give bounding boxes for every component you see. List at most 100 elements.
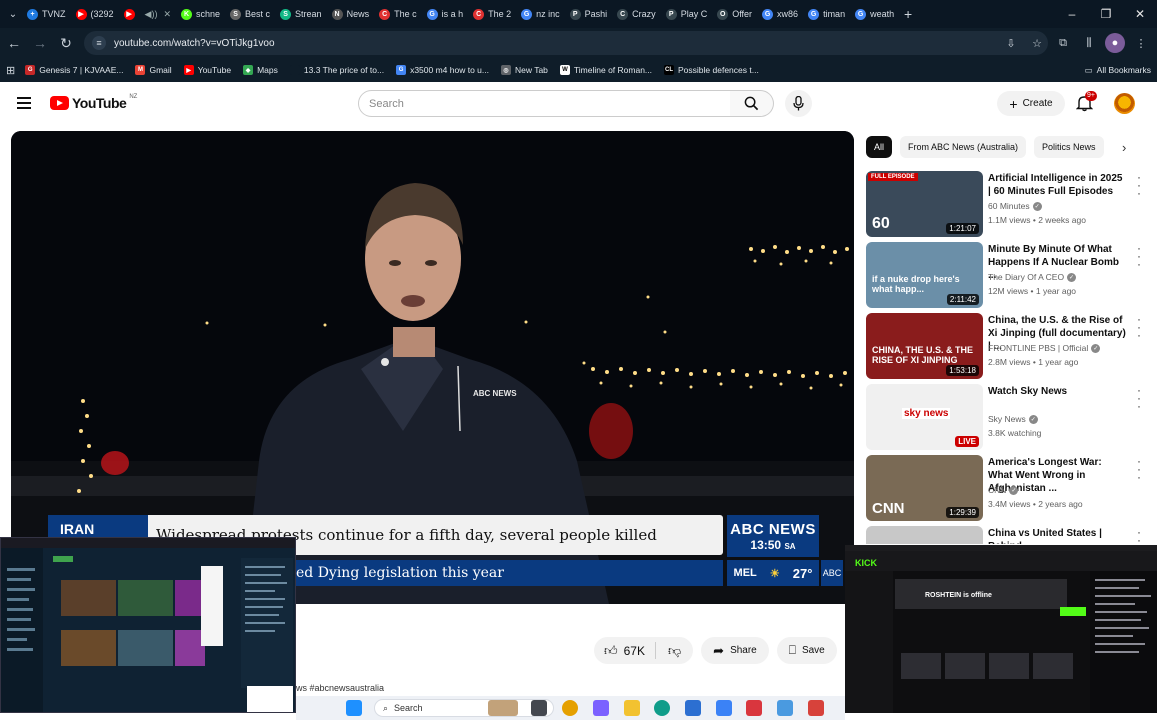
- browser-tab[interactable]: ▶ (3292: [71, 3, 119, 25]
- voice-search-button[interactable]: [785, 90, 812, 117]
- recommendation-item[interactable]: CNN 1:29:39 America's Longest War: What We…: [866, 455, 1151, 521]
- more-options-icon[interactable]: ···: [1134, 242, 1144, 270]
- filter-chip[interactable]: Politics News: [1034, 136, 1104, 158]
- browser-tab[interactable]: Gis a h: [422, 3, 469, 25]
- video-player[interactable]: ABC NEWS Widespread protests continue fo…: [11, 131, 854, 604]
- video-thumbnail[interactable]: if a nuke drop here's what happ... 2:11:4…: [866, 242, 983, 308]
- browser-tab[interactable]: Gnz inc: [516, 3, 565, 25]
- video-thumbnail[interactable]: CNN 1:29:39: [866, 455, 983, 521]
- browser-tab[interactable]: N News: [327, 3, 375, 25]
- extensions-icon[interactable]: ⧉: [1053, 33, 1073, 53]
- app-icon[interactable]: [685, 700, 701, 716]
- browser-tab[interactable]: S Strean: [275, 3, 327, 25]
- browser-tab[interactable]: C The 2: [468, 3, 516, 25]
- bookmark-item[interactable]: 13.3 The price of to...: [289, 65, 384, 75]
- bookmark-item[interactable]: W Timeline of Roman...: [559, 65, 652, 75]
- channel-name[interactable]: The Diary Of A CEO ✓: [988, 272, 1077, 282]
- recommendation-item[interactable]: CHINA, THE U.S. & THE RISE OF XI JINPING…: [866, 313, 1151, 379]
- bookmark-item[interactable]: ◎ New Tab: [500, 65, 548, 75]
- back-icon[interactable]: ←: [2, 31, 26, 55]
- dislike-button[interactable]: 👎︎: [656, 643, 693, 659]
- guide-menu-icon[interactable]: [17, 97, 31, 109]
- browser-tab[interactable]: Kschne: [176, 3, 225, 25]
- reload-icon[interactable]: ↻: [54, 31, 78, 55]
- recommendation-item[interactable]: China vs United States | Behind ···: [866, 526, 1151, 544]
- recommendation-item[interactable]: if a nuke drop here's what happ... 2:11:4…: [866, 242, 1151, 308]
- channel-name[interactable]: Sky News ✓: [988, 414, 1038, 424]
- bookmark-item[interactable]: ◆ Maps: [243, 65, 278, 75]
- overlay-window-left[interactable]: [0, 537, 296, 713]
- edge-icon[interactable]: [654, 700, 670, 716]
- browser-tab[interactable]: P Pashi: [565, 3, 613, 25]
- menu-kebab-icon[interactable]: ⋮: [1131, 33, 1151, 53]
- recommendation-item[interactable]: sky news LIVE Watch Sky News Sky News ✓ 3.8K …: [866, 384, 1151, 450]
- app-icon[interactable]: [808, 700, 824, 716]
- app-icon[interactable]: [777, 700, 793, 716]
- bookmark-item[interactable]: G Genesis 7 | KJVAAE...: [25, 65, 123, 75]
- youtube-logo[interactable]: YouTube NZ: [50, 94, 137, 111]
- video-thumbnail[interactable]: CHINA, THE U.S. & THE RISE OF XI JINPING…: [866, 313, 983, 379]
- recommendation-title[interactable]: China vs United States | Behind: [988, 527, 1128, 544]
- browser-tab[interactable]: C The c: [374, 3, 422, 25]
- restore-icon[interactable]: ❐: [1089, 0, 1123, 28]
- save-button[interactable]: ⎕ Save: [776, 637, 837, 664]
- filter-chip[interactable]: All: [866, 136, 893, 158]
- tab-search-chevron-icon[interactable]: ⌄: [4, 9, 22, 20]
- share-button[interactable]: ➦ Share: [701, 637, 769, 664]
- sidebar-icon[interactable]: ⫼: [1079, 33, 1099, 53]
- browser-tab[interactable]: O Offer: [712, 3, 757, 25]
- video-thumbnail[interactable]: sky news LIVE: [866, 384, 983, 450]
- browser-tab[interactable]: ▶ ◀)) ✕: [119, 3, 176, 25]
- browser-tab[interactable]: Gxw86: [757, 3, 803, 25]
- close-window-icon[interactable]: ✕: [1123, 0, 1157, 28]
- video-thumbnail[interactable]: 60 FULL EPISODE 1:21:07: [866, 171, 983, 237]
- browser-tab[interactable]: + TVNZ: [22, 3, 71, 25]
- taskbar-search[interactable]: ⌕ Search: [374, 699, 554, 717]
- task-view-icon[interactable]: [531, 700, 547, 716]
- app-icon[interactable]: [746, 700, 762, 716]
- browser-tab[interactable]: S Best c: [225, 3, 275, 25]
- description-hashtag[interactable]: ws #abcnewsaustralia: [296, 683, 384, 693]
- address-bar[interactable]: ≡ youtube.com/watch?v=vOTiJkg1voo: [84, 31, 1048, 55]
- bookmark-item[interactable]: Gx3500 m4 how to u...: [396, 65, 489, 75]
- copilot-icon[interactable]: [593, 700, 609, 716]
- channel-name[interactable]: FRONTLINE PBS | Official ✓: [988, 343, 1101, 353]
- windows-start-icon[interactable]: [346, 700, 362, 716]
- minimize-icon[interactable]: –: [1055, 0, 1089, 28]
- site-info-icon[interactable]: ≡: [92, 36, 106, 50]
- new-tab-button[interactable]: +: [899, 6, 917, 22]
- browser-tab[interactable]: P Play C: [661, 3, 713, 25]
- recommendation-title[interactable]: Artificial Intelligence in 2025 | 60 Min…: [988, 172, 1128, 198]
- more-options-icon[interactable]: ···: [1134, 171, 1144, 199]
- like-button[interactable]: 👍︎ 67K: [594, 642, 656, 659]
- create-button[interactable]: + Create: [997, 91, 1065, 116]
- file-explorer-icon[interactable]: [624, 700, 640, 716]
- search-button[interactable]: [730, 90, 774, 117]
- bookmark-item[interactable]: CL Possible defences t...: [664, 65, 759, 75]
- bookmark-item[interactable]: M Gmail: [135, 65, 172, 75]
- apps-grid-icon[interactable]: ⊞: [6, 64, 15, 77]
- chevron-right-icon[interactable]: ›: [1122, 140, 1126, 155]
- channel-name[interactable]: CNN ✓: [988, 485, 1019, 495]
- store-icon[interactable]: [716, 700, 732, 716]
- chrome-icon[interactable]: [562, 700, 578, 716]
- install-app-icon[interactable]: ⇩: [1001, 33, 1021, 53]
- recommendation-title[interactable]: Watch Sky News: [988, 385, 1128, 398]
- recommendation-item[interactable]: 60 FULL EPISODE 1:21:07 Artificial Intellig…: [866, 171, 1151, 237]
- search-input[interactable]: Search: [358, 90, 731, 117]
- audio-playing-icon[interactable]: ◀)): [145, 9, 158, 20]
- close-tab-icon[interactable]: ✕: [163, 9, 171, 20]
- forward-icon[interactable]: →: [28, 31, 52, 55]
- bookmark-star-icon[interactable]: ☆: [1027, 33, 1047, 53]
- channel-name[interactable]: 60 Minutes ✓: [988, 201, 1042, 211]
- widgets-icon[interactable]: [488, 700, 518, 716]
- browser-tab[interactable]: Gtiman: [803, 3, 850, 25]
- more-options-icon[interactable]: ···: [1134, 526, 1144, 544]
- browser-tab[interactable]: C Crazy: [612, 3, 661, 25]
- video-thumbnail[interactable]: [866, 526, 983, 544]
- notifications-button[interactable]: 9+: [1075, 91, 1097, 114]
- bookmark-item[interactable]: ▶ YouTube: [183, 65, 231, 75]
- profile-avatar[interactable]: ●: [1105, 33, 1125, 53]
- more-options-icon[interactable]: ···: [1134, 384, 1144, 412]
- all-bookmarks[interactable]: ▭ All Bookmarks: [1084, 64, 1151, 76]
